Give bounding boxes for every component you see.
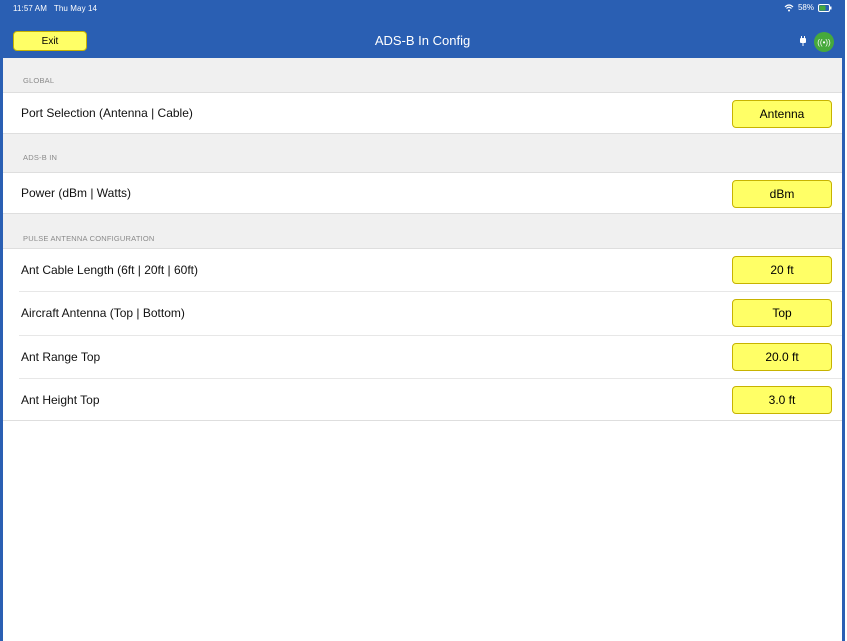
row-ant-cable-length[interactable]: Ant Cable Length (6ft | 20ft | 60ft) 20 … xyxy=(3,248,842,290)
ant-range-top-button[interactable]: 20.0 ft xyxy=(732,343,832,371)
status-date-text: Thu May 14 xyxy=(53,4,98,13)
section-header-adsb-in: ADS-B IN xyxy=(3,134,842,172)
status-time-text: 11:57 AM xyxy=(13,4,48,13)
battery-icon xyxy=(818,3,832,12)
ant-cable-length-label: Ant Cable Length (6ft | 20ft | 60ft) xyxy=(21,262,199,277)
row-power[interactable]: Power (dBm | Watts) dBm xyxy=(3,172,842,214)
row-port-selection[interactable]: Port Selection (Antenna | Cable) Antenna xyxy=(3,92,842,134)
broadcast-icon[interactable]: ((•)) xyxy=(814,32,834,52)
wifi-icon xyxy=(784,3,794,12)
ant-height-top-label: Ant Height Top xyxy=(21,392,100,407)
section-title-adsb-in: ADS-B IN xyxy=(23,153,58,162)
row-ant-height-top[interactable]: Ant Height Top 3.0 ft xyxy=(3,379,842,421)
power-label: Power (dBm | Watts) xyxy=(21,186,132,200)
power-button[interactable]: dBm xyxy=(732,180,832,208)
aircraft-antenna-button[interactable]: Top xyxy=(732,299,832,327)
section-header-pulse-antenna: PULSE ANTENNA CONFIGURATION xyxy=(3,214,842,248)
status-indicators: 58% xyxy=(784,3,832,12)
plug-icon xyxy=(800,36,806,46)
section-header-global: GLOBAL xyxy=(3,58,842,92)
port-selection-label: Port Selection (Antenna | Cable) xyxy=(21,106,193,120)
port-selection-button[interactable]: Antenna xyxy=(732,100,832,128)
app-frame: 11:57 AM Thu May 14 58% Exit ADS-B In Co… xyxy=(0,0,845,641)
row-aircraft-antenna[interactable]: Aircraft Antenna (Top | Bottom) Top xyxy=(3,292,842,334)
ant-range-top-label: Ant Range Top xyxy=(21,350,101,364)
page-title: ADS-B In Config xyxy=(374,33,471,48)
ant-cable-length-button[interactable]: 20 ft xyxy=(732,256,832,284)
row-ant-range-top[interactable]: Ant Range Top 20.0 ft xyxy=(3,336,842,378)
aircraft-antenna-label: Aircraft Antenna (Top | Bottom) xyxy=(21,306,185,320)
battery-percent: 58% xyxy=(797,3,814,12)
status-time: 11:57 AM Thu May 14 xyxy=(13,4,97,13)
section-title-pulse-antenna: PULSE ANTENNA CONFIGURATION xyxy=(23,234,155,243)
ant-height-top-button[interactable]: 3.0 ft xyxy=(732,386,832,414)
section-title-global: GLOBAL xyxy=(23,76,55,85)
top-bar: 11:57 AM Thu May 14 58% Exit ADS-B In Co… xyxy=(3,0,842,58)
